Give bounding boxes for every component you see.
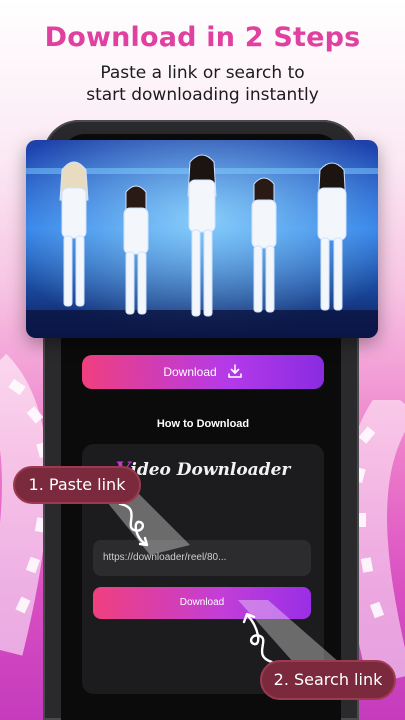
curly-arrow-icon-2	[242, 612, 274, 664]
subtitle-line-2: start downloading instantly	[86, 85, 319, 105]
step-1-callout: 1. Paste link	[13, 466, 141, 504]
how-to-title: How to Download	[156, 418, 250, 430]
step-2-callout: 2. Search link	[260, 660, 396, 700]
download-button-label: Download	[163, 365, 217, 379]
page-subtitle: Paste a link or search to start download…	[0, 62, 405, 106]
hero-image	[26, 140, 378, 338]
curly-arrow-icon	[118, 502, 149, 547]
page-title: Download in 2 Steps	[44, 22, 361, 53]
download-icon	[227, 363, 243, 382]
brand-rest: ideo Downloader	[130, 460, 291, 480]
subtitle-line-1: Paste a link or search to	[100, 63, 305, 83]
download-button[interactable]: Download	[82, 355, 324, 389]
